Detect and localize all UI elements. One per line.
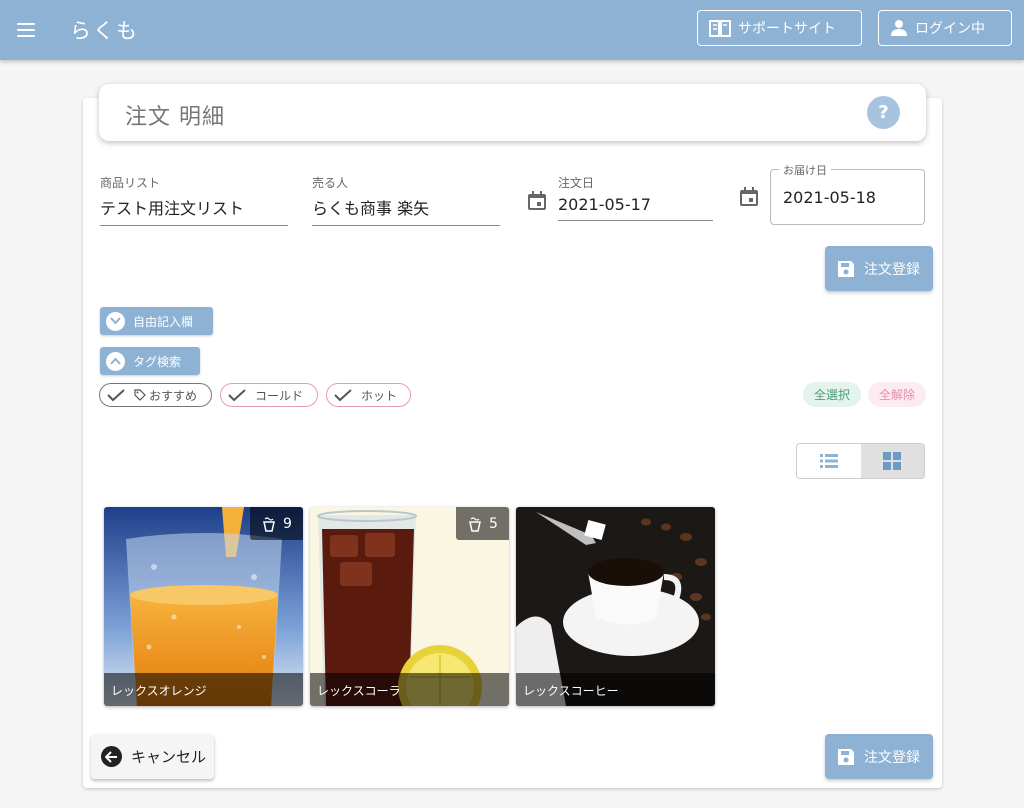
free-entry-toggle[interactable]: 自由記入欄: [100, 307, 213, 335]
app-bar: らくも サポートサイト ログイン中: [0, 0, 1024, 60]
product-list-label: 商品リスト: [100, 176, 161, 190]
select-all-button[interactable]: 全選択: [803, 382, 861, 407]
view-toggle: [796, 443, 925, 479]
product-card-cola[interactable]: 5 レックスコーラ: [310, 507, 509, 706]
list-icon: [819, 454, 838, 468]
seller-field[interactable]: 売る人 らくも商事 楽矢: [312, 174, 500, 226]
menu-icon[interactable]: [12, 16, 40, 44]
tag-search-toggle[interactable]: タグ検索: [100, 347, 200, 375]
free-entry-label: 自由記入欄: [133, 314, 194, 329]
tag-label: おすすめ: [149, 388, 198, 403]
login-status-button[interactable]: ログイン中: [878, 10, 1012, 46]
app-title: らくも: [70, 19, 139, 43]
cup-icon: [469, 516, 481, 532]
product-card-coffee[interactable]: レックスコーヒー: [516, 507, 715, 706]
delivery-date-field[interactable]: お届け日 2021-05-18: [770, 162, 925, 225]
order-date-value: 2021-05-17: [558, 195, 713, 221]
stock-count: 9: [283, 515, 292, 532]
chevron-up-icon: [106, 351, 125, 371]
calendar-icon[interactable]: [738, 186, 760, 208]
cancel-button[interactable]: キャンセル: [91, 734, 214, 779]
register-order-label: 注文登録: [864, 261, 920, 278]
grid-view-button[interactable]: [860, 444, 924, 478]
product-list-value: テスト用注文リスト: [100, 195, 288, 226]
tag-chip-recommended[interactable]: おすすめ: [99, 383, 212, 407]
check-icon: [228, 389, 246, 402]
person-icon: [891, 20, 907, 36]
calendar-icon[interactable]: [526, 190, 548, 212]
stock-badge: 5: [456, 507, 509, 540]
stock-count: 5: [489, 515, 498, 532]
seller-label: 売る人: [312, 176, 349, 190]
tag-search-label: タグ検索: [133, 354, 182, 369]
product-name: レックスコーヒー: [516, 673, 715, 706]
check-icon: [334, 389, 352, 402]
book-icon: [709, 20, 731, 37]
register-order-label: 注文登録: [864, 749, 920, 766]
tag-icon: [134, 389, 146, 401]
order-date-label: 注文日: [558, 176, 595, 190]
title-bar: 注文 明細 ?: [99, 84, 926, 141]
list-view-button[interactable]: [797, 444, 861, 478]
tag-label: コールド: [255, 388, 304, 403]
product-name: レックスコーラ: [310, 673, 509, 706]
delivery-date-label: お届け日: [779, 162, 831, 178]
register-order-button[interactable]: 注文登録: [825, 734, 933, 779]
support-site-button[interactable]: サポートサイト: [697, 10, 862, 46]
save-icon: [838, 260, 854, 277]
page-title: 注文 明細: [125, 105, 225, 130]
grid-icon: [883, 452, 902, 470]
help-icon[interactable]: ?: [867, 96, 900, 129]
login-status-label: ログイン中: [915, 21, 985, 37]
check-icon: [107, 389, 125, 402]
product-name: レックスオレンジ: [104, 673, 303, 706]
order-date-field[interactable]: 注文日 2021-05-17: [558, 174, 713, 221]
tag-label: ホット: [361, 388, 398, 403]
cup-icon: [263, 516, 275, 532]
tag-chip-cold[interactable]: コールド: [220, 383, 318, 407]
delivery-date-value: 2021-05-18: [783, 188, 876, 207]
product-card-orange[interactable]: 9 レックスオレンジ: [104, 507, 303, 706]
clear-all-button[interactable]: 全解除: [868, 382, 926, 407]
chevron-down-icon: [106, 311, 125, 331]
arrow-left-icon: [101, 746, 122, 767]
tag-chip-hot[interactable]: ホット: [326, 383, 411, 407]
product-list-field[interactable]: 商品リスト テスト用注文リスト: [100, 174, 288, 226]
seller-value: らくも商事 楽矢: [312, 195, 500, 226]
support-site-label: サポートサイト: [738, 21, 836, 37]
cancel-label: キャンセル: [131, 748, 207, 766]
register-order-button[interactable]: 注文登録: [825, 246, 933, 291]
stock-badge: 9: [250, 507, 303, 540]
save-icon: [838, 748, 854, 765]
